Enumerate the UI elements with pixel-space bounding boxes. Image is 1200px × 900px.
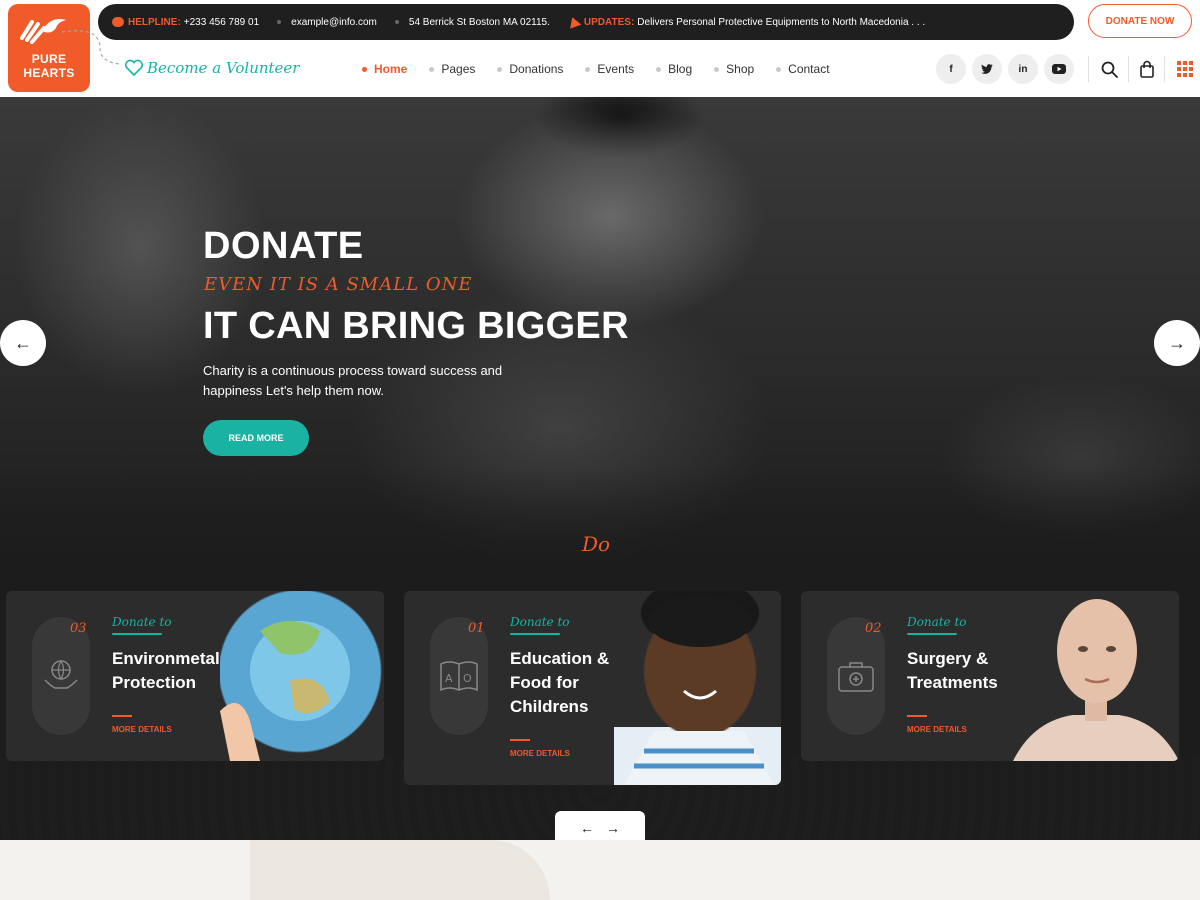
address-text: 54 Berrick St Boston MA 02115. [408,16,550,28]
slider-next-arrow[interactable]: → [1154,320,1200,366]
updates-label: UPDATES: [583,16,635,28]
nav-bullet [656,66,662,72]
svg-text:A: A [445,672,453,685]
card-eyebrow: Donate to [510,615,570,629]
nav-bullet [714,66,720,72]
next-section-background [0,840,1200,900]
card-dash [112,715,132,717]
more-details-link[interactable]: MORE DETAILS [510,749,570,758]
card-eyebrow: Donate to [112,615,172,629]
separator-dot [394,20,399,24]
facebook-icon[interactable]: f [936,54,966,84]
nav-pages[interactable]: Pages [429,62,475,76]
social-links: f in [936,54,1080,84]
youtube-icon[interactable] [1044,54,1074,84]
nav-shop[interactable]: Shop [714,62,754,76]
more-details-link[interactable]: MORE DETAILS [907,725,967,734]
hero-subtitle: EVEN IT IS A SMALL ONE [204,274,473,295]
medical-kit-icon [838,662,874,692]
donation-card-surgery[interactable]: 02 Donate to Surgery & Treatments MORE D… [801,591,1179,761]
more-details-link[interactable]: MORE DETAILS [112,725,172,734]
top-info-bar: HELPLINE: +233 456 789 01 example@info.c… [98,4,1074,40]
carousel-next-arrow[interactable]: → [606,820,620,836]
donation-card-environment[interactable]: 03 Donate to Environmetal Protection MOR… [6,591,384,761]
nav-blog[interactable]: Blog [656,62,692,76]
helpline-label: HELPLINE: [128,16,181,28]
card-number: 03 [70,621,87,636]
hero-slider: DONATE EVEN IT IS A SMALL ONE IT CAN BRI… [0,97,1200,840]
card-title: Surgery & Treatments [907,649,998,692]
volunteer-label: Become a Volunteer [147,59,300,77]
read-more-button[interactable]: READ MORE [203,420,309,456]
helpline-number[interactable]: +233 456 789 01 [184,17,259,28]
nav-contact[interactable]: Contact [776,62,830,76]
logo-line2: HEARTS [23,66,75,80]
donate-now-button[interactable]: DONATE NOW [1088,4,1192,38]
eyebrow-underline [112,633,162,635]
globe-hands-icon [44,660,78,689]
heart-icon [124,59,144,77]
updates-text[interactable]: Delivers Personal Protective Equipments … [637,17,925,28]
search-icon[interactable] [1098,58,1120,80]
hero-description: Charity is a continuous process toward s… [203,363,503,398]
linkedin-icon[interactable]: in [1008,54,1038,84]
email-link[interactable]: example@info.com [291,17,377,28]
nav-bullet [497,66,503,72]
chat-icon [112,17,124,27]
nav-contact-label: Contact [788,62,830,76]
cards-carousel-nav: ← → [555,811,645,840]
card-number: 01 [468,621,485,636]
card-title: Environmetal Protection [112,649,220,692]
nav-donations-label: Donations [509,62,564,76]
eyebrow-underline [510,633,560,635]
cart-bag-icon[interactable] [1136,58,1158,80]
nav-bullet [362,66,367,72]
card-title: Education & Food for Childrens [510,649,610,716]
section-script-word: Do [582,532,611,556]
main-nav: Home Pages Donations Events Blog Shop Co… [362,55,852,83]
megaphone-icon [566,15,582,29]
nav-bullet [429,66,435,72]
nav-bullet [776,66,782,72]
become-volunteer-link[interactable]: Become a Volunteer [124,55,299,81]
eyebrow-underline [907,633,957,635]
hero-title: DONATE [203,225,364,267]
card-dash [907,715,927,717]
nav-home[interactable]: Home [362,62,407,76]
nav-blog-label: Blog [668,62,693,76]
donation-card-education[interactable]: A O 01 Donate to Education & Food for Ch… [404,591,781,785]
hero-title-secondary: IT CAN BRING BIGGER [203,305,629,347]
nav-events-label: Events [597,62,635,76]
decorative-blob [250,840,550,900]
nav-events[interactable]: Events [585,62,634,76]
nav-bullet [585,66,591,72]
nav-home-label: Home [374,62,408,76]
separator-dot [277,20,282,24]
card-eyebrow: Donate to [907,615,967,629]
patient-photo [1013,591,1179,761]
card-number: 02 [865,621,882,636]
grid-menu-icon[interactable] [1174,58,1196,80]
header-divider [1088,56,1089,82]
svg-text:O: O [463,672,472,685]
nav-shop-label: Shop [726,62,755,76]
carousel-prev-arrow[interactable]: ← [580,820,594,836]
card-dash [510,739,530,741]
book-icon: A O [440,661,478,692]
slider-prev-arrow[interactable]: ← [0,320,46,366]
header-divider [1128,56,1129,82]
twitter-icon[interactable] [972,54,1002,84]
nav-pages-label: Pages [441,62,476,76]
child-photo [614,591,781,785]
header-divider [1164,56,1165,82]
nav-donations[interactable]: Donations [497,62,563,76]
